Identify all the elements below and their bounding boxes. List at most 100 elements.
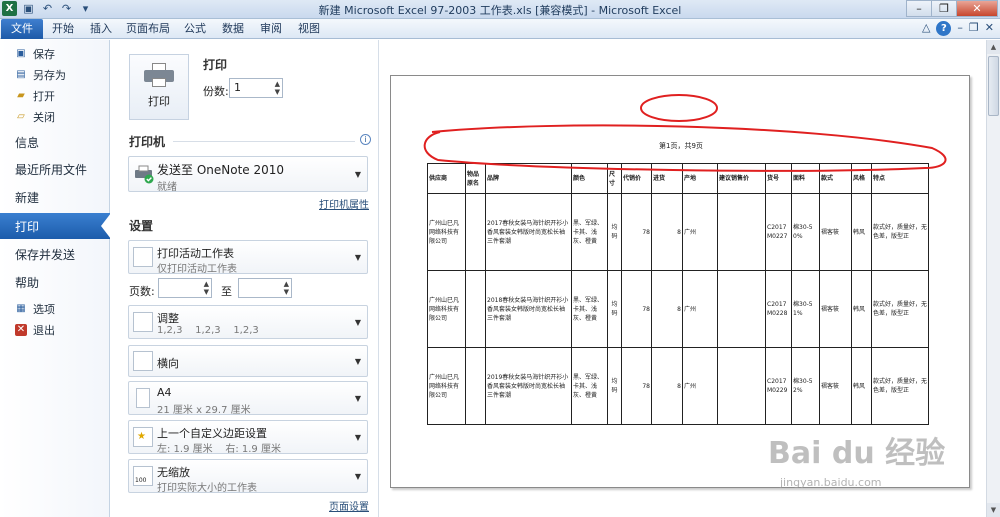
ribbon-tabs: 文件 开始 插入 页面布局 公式 数据 审阅 视图 △ ? – ❐ ✕	[0, 19, 1000, 39]
tab-view[interactable]: 视图	[294, 19, 324, 39]
scroll-down-arrow[interactable]: ▼	[987, 503, 1000, 517]
settings-heading: 设置	[129, 219, 154, 233]
scroll-up-arrow[interactable]: ▲	[987, 40, 1000, 54]
tab-home[interactable]: 开始	[48, 19, 78, 39]
folder-open-icon: ▰	[17, 90, 25, 101]
header-cell: 款式	[819, 163, 852, 194]
close-button[interactable]: ✕	[956, 0, 998, 17]
tab-page-layout[interactable]: 页面布局	[124, 19, 172, 39]
nav-print[interactable]: 打印	[0, 213, 111, 239]
restore-button[interactable]: ❐	[931, 0, 957, 17]
minimize-button[interactable]: –	[906, 0, 932, 17]
vertical-scrollbar[interactable]: ▲ ▼	[986, 40, 1000, 517]
margins-dropdown[interactable]: ★ 上一个自定义边距设置 左: 1.9 厘米 右: 1.9 厘米 ▼	[128, 420, 368, 455]
paper-size-dropdown[interactable]: A4 21 厘米 x 29.7 厘米 ▼	[128, 381, 368, 416]
backstage-nav: ▣ 保存 ▤ 另存为 ▰ 打开 ▱ 关闭 信息 最近所用文件 新建 打印 保存并发送 帮…	[0, 40, 111, 517]
doc-close-icon[interactable]: ✕	[985, 21, 994, 36]
table-header-row: 供应商 物品原名 品牌 颜色 尺寸 代销价 进货 产地 建议销售价 货号 面料 …	[427, 163, 929, 194]
scaling-icon: 100	[133, 466, 153, 486]
printer-icon	[144, 63, 174, 87]
nav-options[interactable]: ▦ 选项	[0, 301, 110, 317]
nav-info[interactable]: 信息	[0, 133, 110, 151]
tab-insert[interactable]: 插入	[86, 19, 116, 39]
nav-exit[interactable]: ✕ 退出	[0, 322, 110, 338]
pages-from-spinner[interactable]: ▲ ▼	[204, 280, 209, 296]
title-bar: X ▣ ↶ ↷ ▾ 新建 Microsoft Excel 97-2003 工作表…	[0, 0, 1000, 19]
chevron-down-icon: ▼	[354, 472, 361, 481]
print-button[interactable]: 打印	[129, 54, 189, 120]
copies-label: 份数:	[203, 85, 229, 98]
landscape-icon	[133, 351, 153, 371]
tab-formulas[interactable]: 公式	[180, 19, 210, 39]
undo-icon[interactable]: ↶	[40, 1, 55, 16]
options-icon: ▦	[16, 303, 26, 314]
nav-save-as[interactable]: ▤ 另存为	[0, 67, 110, 83]
header-cell: 特点	[871, 163, 929, 194]
tab-review[interactable]: 审阅	[256, 19, 286, 39]
table-row: 广州山巳凡网络科技有限公司 2018春秋女装马海针织开衫小香风套装女韩版时尚宽松…	[427, 270, 929, 348]
page-number-label: 第1页，共9页	[659, 142, 703, 150]
preview-table: 供应商 物品原名 品牌 颜色 尺寸 代销价 进货 产地 建议销售价 货号 面料 …	[427, 163, 929, 425]
copies-input[interactable]: 1 ▲ ▼	[229, 78, 283, 98]
star-icon: ★	[137, 431, 146, 442]
header-cell: 品牌	[485, 163, 572, 194]
save-icon: ▣	[16, 48, 26, 59]
pages-to-label: 至	[221, 285, 232, 298]
nav-recent[interactable]: 最近所用文件	[0, 160, 110, 178]
collate-icon	[133, 312, 153, 332]
redo-icon[interactable]: ↷	[59, 1, 74, 16]
doc-minimize-icon[interactable]: –	[957, 21, 963, 36]
scroll-thumb[interactable]	[988, 56, 999, 116]
customize-toolbar-icon[interactable]: ▾	[78, 1, 93, 16]
chevron-down-icon: ▼	[354, 394, 361, 403]
printer-dropdown[interactable]: 发送至 OneNote 2010 就绪 ▼	[128, 156, 368, 193]
nav-save-send[interactable]: 保存并发送	[0, 245, 110, 263]
doc-restore-icon[interactable]: ❐	[969, 21, 979, 36]
orientation-dropdown[interactable]: 横向 ▼	[128, 345, 368, 377]
header-cell: 代销价	[621, 163, 652, 194]
print-what-dropdown[interactable]: 打印活动工作表 仅打印活动工作表 ▼	[128, 240, 368, 275]
watermark-brand: Bai du 经验	[768, 436, 946, 471]
header-cell: 产地	[682, 163, 718, 194]
table-row: 广州山巳凡网络科技有限公司 2019春秋女装马海针织开衫小香风套装女韩版时尚宽松…	[427, 347, 929, 425]
nav-save[interactable]: ▣ 保存	[0, 46, 110, 62]
window-title: 新建 Microsoft Excel 97-2003 工作表.xls [兼容模式…	[318, 4, 682, 17]
excel-logo-icon: X	[2, 1, 17, 16]
quick-access-toolbar: X ▣ ↶ ↷ ▾	[2, 1, 93, 16]
printer-properties-link[interactable]: 打印机属性	[319, 196, 369, 211]
ribbon-right-controls: △ ? – ❐ ✕	[922, 21, 994, 36]
tab-file[interactable]: 文件	[1, 19, 43, 39]
print-settings-pane: 打印 打印 份数: 1 ▲ ▼ 打印机 i 发送至 OneNote 2010 就绪…	[111, 40, 379, 517]
header-cell: 面料	[791, 163, 820, 194]
folder-close-icon: ▱	[17, 111, 25, 122]
chevron-down-icon: ▼	[354, 318, 361, 327]
pages-to-input[interactable]: ▲ ▼	[238, 278, 292, 298]
save-as-icon: ▤	[16, 69, 26, 80]
help-icon[interactable]: ?	[936, 21, 952, 36]
exit-icon: ✕	[15, 324, 27, 336]
paper-icon	[136, 388, 150, 408]
save-icon[interactable]: ▣	[21, 1, 36, 16]
collate-dropdown[interactable]: 调整 1,2,3 1,2,3 1,2,3 ▼	[128, 305, 368, 339]
tab-data[interactable]: 数据	[218, 19, 248, 39]
baidu-watermark: Bai du 经验 jingyan.baidu.com	[760, 428, 950, 500]
pages-to-spinner[interactable]: ▲ ▼	[284, 280, 289, 296]
header-cell: 供应商	[427, 163, 466, 194]
watermark-url: jingyan.baidu.com	[780, 476, 882, 489]
nav-new[interactable]: 新建	[0, 188, 110, 206]
chevron-down-icon: ▼	[354, 433, 361, 442]
pages-from-input[interactable]: ▲ ▼	[158, 278, 212, 298]
chevron-down-icon: ▼	[354, 170, 361, 179]
nav-open[interactable]: ▰ 打开	[0, 88, 110, 104]
nav-close[interactable]: ▱ 关闭	[0, 109, 110, 125]
page-setup-link[interactable]: 页面设置	[329, 498, 369, 513]
info-icon[interactable]: i	[360, 134, 371, 145]
scaling-dropdown[interactable]: 100 无缩放 打印实际大小的工作表 ▼	[128, 459, 368, 494]
window-controls: – ❐ ✕	[906, 0, 998, 17]
header-cell: 尺寸	[607, 163, 622, 194]
copies-spinner[interactable]: ▲ ▼	[275, 80, 280, 96]
minimize-ribbon-icon[interactable]: △	[922, 21, 930, 36]
header-cell: 进货	[651, 163, 683, 194]
chevron-down-icon: ▼	[354, 357, 361, 366]
nav-help[interactable]: 帮助	[0, 273, 110, 291]
